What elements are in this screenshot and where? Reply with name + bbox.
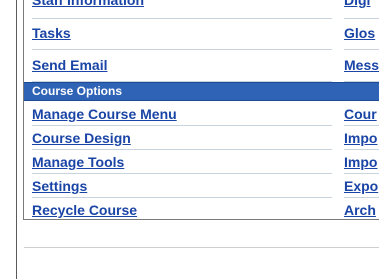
section-title: Course Options [32,84,123,98]
divider [24,247,379,248]
list-item: Tasks [32,19,332,50]
manage-course-menu-link[interactable]: Manage Course Menu [32,106,177,122]
list-item: Expo [344,174,379,198]
import-link-2[interactable]: Impo [344,154,377,170]
list-item: Staff Information [32,0,332,19]
archive-link[interactable]: Arch [344,202,376,218]
import-link-1[interactable]: Impo [344,130,377,146]
export-link[interactable]: Expo [344,178,378,194]
list-item: Course Design [32,126,332,150]
top-links-left: Staff Information Tasks Send Email [32,0,332,82]
control-panel: Staff Information Tasks Send Email Digi … [23,0,379,220]
list-item: Send Email [32,50,332,82]
recycle-course-link[interactable]: Recycle Course [32,202,137,218]
top-links-right: Digi Glos Mess [344,0,379,82]
list-item: Impo [344,126,379,150]
list-item: Arch [344,198,379,219]
list-item: Digi [344,0,379,19]
list-item: Recycle Course [32,198,332,219]
list-item: Glos [344,19,379,50]
send-email-link[interactable]: Send Email [32,57,107,73]
list-item: Manage Course Menu [32,102,332,126]
list-item: Manage Tools [32,150,332,174]
settings-link[interactable]: Settings [32,178,87,194]
list-item: Cour [344,102,379,126]
digital-link[interactable]: Digi [344,0,370,10]
course-options-header: Course Options [24,82,379,101]
course-copy-link[interactable]: Cour [344,106,377,122]
course-options-left: Manage Course Menu Course Design Manage … [32,102,332,219]
course-design-link[interactable]: Course Design [32,130,131,146]
messages-link[interactable]: Mess [344,57,379,73]
list-item: Settings [32,174,332,198]
list-item: Impo [344,150,379,174]
staff-information-link[interactable]: Staff Information [32,0,144,10]
glossary-link[interactable]: Glos [344,25,375,41]
list-item: Mess [344,50,379,82]
course-options-right: Cour Impo Impo Expo Arch [344,102,379,219]
tasks-link[interactable]: Tasks [32,25,71,41]
manage-tools-link[interactable]: Manage Tools [32,154,124,170]
